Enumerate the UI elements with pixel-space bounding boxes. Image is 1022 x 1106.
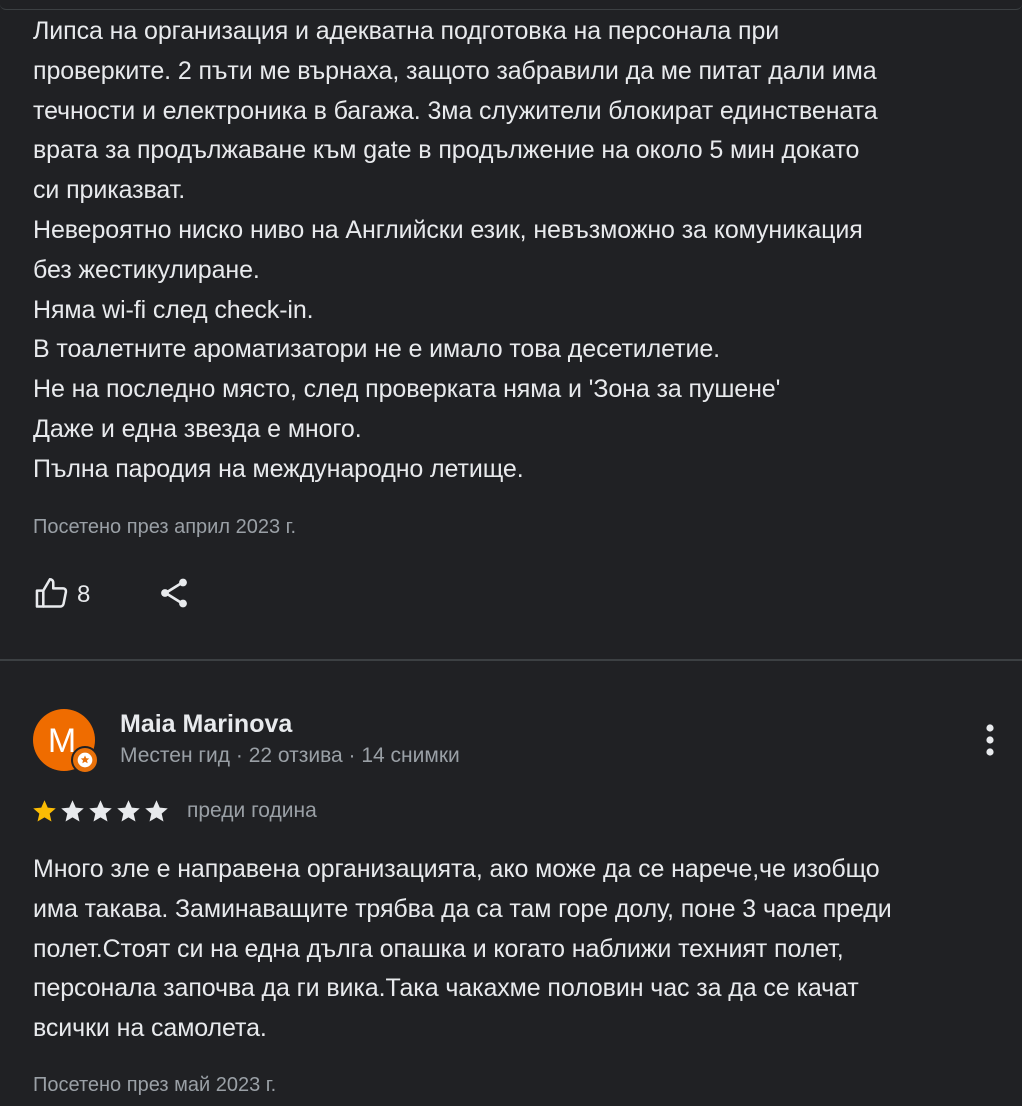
review-line: течности и електроника в багажа. 3ма слу… bbox=[33, 96, 878, 125]
review-line: всички на самолета. bbox=[33, 1014, 267, 1043]
review-line: Много зле е направена организацията, ако… bbox=[33, 855, 880, 883]
review-line: Невероятно ниско ниво на Английски език,… bbox=[33, 215, 863, 244]
review-line: полет.Стоят си на една дълга опашка и ко… bbox=[33, 934, 844, 963]
star-empty-icon bbox=[145, 799, 168, 822]
star-rating bbox=[31, 798, 171, 825]
review-line: Липса на организация и адекватна подгото… bbox=[33, 17, 780, 45]
star-empty-icon bbox=[61, 799, 84, 822]
like-count: 8 bbox=[77, 581, 91, 608]
star-empty-icon bbox=[89, 799, 112, 822]
review-line: има такава. Заминаващите трябва да са та… bbox=[33, 894, 892, 923]
review-line: Не на последно място, след проверката ня… bbox=[33, 375, 781, 404]
review-divider bbox=[0, 659, 1022, 661]
review-line: персонала започва да ги вика.Така чакахм… bbox=[33, 974, 859, 1003]
review-line: си приказват. bbox=[33, 176, 186, 205]
star-empty-icon bbox=[117, 799, 140, 822]
rating-row: преди година bbox=[31, 796, 317, 826]
review-2-text: Много зле е направена организацията, ако… bbox=[33, 850, 1018, 1049]
review-line: Даже и една звезда е много. bbox=[33, 414, 362, 443]
review-line: В тоалетните ароматизатори не е имало то… bbox=[33, 335, 720, 364]
review-line: Няма wi-fi след check-in. bbox=[33, 295, 314, 324]
star-filled-icon bbox=[33, 799, 56, 822]
review-time: преди година bbox=[187, 799, 317, 822]
review-1-text: Липса на организация и адекватна подгото… bbox=[33, 12, 1018, 490]
share-button[interactable] bbox=[156, 575, 192, 616]
review-2-visited-date: Посетено през май 2023 г. bbox=[33, 1074, 277, 1096]
avatar[interactable]: M bbox=[33, 709, 99, 774]
review-1-visited-date: Посетено през април 2023 г. bbox=[33, 516, 297, 538]
more-options-button[interactable] bbox=[970, 720, 1010, 764]
review-line: без жестикулиране. bbox=[33, 255, 260, 284]
more-vert-icon bbox=[984, 722, 996, 763]
thumb-up-icon bbox=[33, 574, 71, 617]
review-line: Пълна пародия на международно летище. bbox=[33, 454, 524, 483]
previous-card-edge bbox=[0, 0, 1022, 10]
like-button[interactable]: 8 bbox=[33, 574, 90, 617]
author-meta: Местен гид · 22 отзива · 14 снимки bbox=[120, 744, 460, 767]
share-icon bbox=[156, 575, 192, 616]
author-name[interactable]: Maia Marinova bbox=[120, 710, 292, 739]
review-line: врата за продължаване към gate в продълж… bbox=[33, 136, 860, 165]
review-1-actions: 8 bbox=[33, 572, 192, 618]
review-line: проверките. 2 пъти ме върнаха, защото за… bbox=[33, 56, 877, 85]
local-guide-star-icon bbox=[71, 746, 99, 774]
